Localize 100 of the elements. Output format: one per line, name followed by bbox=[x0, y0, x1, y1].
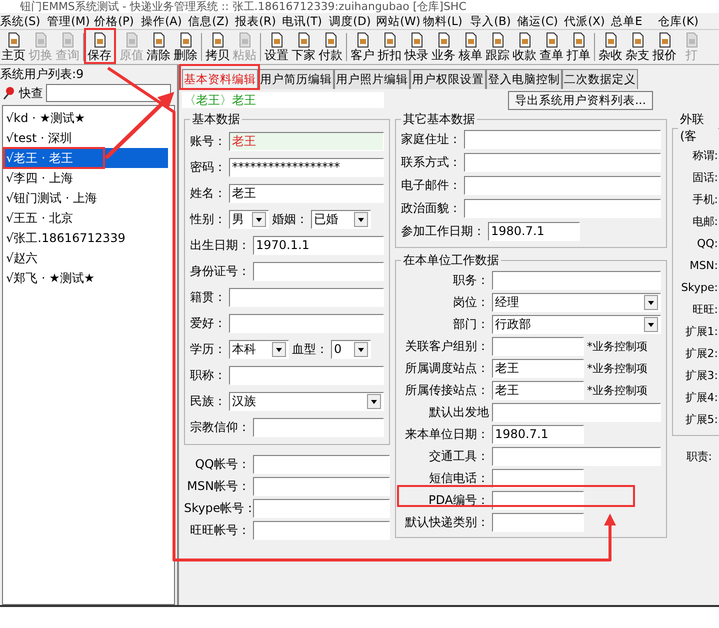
menu-item[interactable]: 价格(P) bbox=[94, 13, 141, 29]
user-list-item[interactable]: √钮门测试 · 上海 bbox=[3, 188, 168, 208]
text-field[interactable] bbox=[464, 199, 661, 218]
menu-item[interactable]: 报表(R) bbox=[235, 13, 282, 29]
toolbar-button[interactable]: 清除 bbox=[145, 30, 172, 64]
menu-item[interactable]: 物料(L) bbox=[423, 13, 470, 29]
text-field[interactable] bbox=[253, 262, 384, 280]
toolbar-button[interactable]: 跟踪 bbox=[484, 30, 511, 64]
user-list-item[interactable]: √kd · ★测试★ bbox=[3, 108, 168, 128]
window-title: 钮门EMMS系统测试 - 快递业务管理系统 :: 张工.18616712339:zuihangubao [仓库]SHC bbox=[19, 0, 468, 13]
toolbar-button[interactable]: 设置 bbox=[263, 30, 290, 64]
field-label: 默认快递类别： bbox=[404, 514, 489, 530]
text-field[interactable] bbox=[229, 288, 384, 306]
user-list-item[interactable]: √郑飞 · ★测试★ bbox=[3, 268, 168, 288]
field-label: 扩展4: bbox=[684, 390, 718, 406]
text-field[interactable]: ****************** bbox=[229, 158, 384, 176]
tab[interactable]: 用户简历编辑 bbox=[258, 69, 334, 89]
text-field[interactable] bbox=[492, 446, 661, 466]
text-field[interactable] bbox=[492, 512, 584, 532]
user-list-item[interactable]: √test · 深圳 bbox=[3, 128, 168, 148]
menu-item[interactable]: 信息(Z) bbox=[188, 13, 235, 29]
menu-item[interactable]: 系统(S) bbox=[0, 13, 47, 29]
toolbar-button[interactable]: 主页 bbox=[0, 30, 27, 64]
toolbar-button[interactable]: 打单 bbox=[565, 30, 592, 64]
toolbar-button[interactable]: 删除 bbox=[172, 30, 199, 64]
toolbar-button[interactable]: 拷贝 bbox=[204, 30, 231, 64]
document-icon bbox=[684, 32, 700, 48]
export-button[interactable]: 导出系统用户资料列表... bbox=[508, 90, 653, 110]
document-icon bbox=[354, 32, 370, 48]
text-field[interactable]: 老王 bbox=[229, 132, 384, 150]
text-field[interactable] bbox=[492, 402, 661, 422]
toolbar-button[interactable]: 核单 bbox=[457, 30, 484, 64]
text-field[interactable]: 1980.7.1 bbox=[488, 222, 580, 241]
toolbar-button[interactable]: 下家 bbox=[290, 30, 317, 64]
user-list-item[interactable]: √张工.18616712339 bbox=[3, 228, 168, 248]
user-list-item[interactable]: √李四 · 上海 bbox=[3, 168, 168, 188]
text-field[interactable] bbox=[464, 176, 661, 195]
menu-item[interactable]: 网站(W) bbox=[376, 13, 423, 29]
dropdown-field[interactable]: 行政部 bbox=[492, 314, 661, 334]
toolbar-button[interactable]: 查单 bbox=[538, 30, 565, 64]
dropdown-field[interactable]: 经理 bbox=[492, 292, 661, 312]
toolbar-button[interactable]: 保存 bbox=[86, 30, 113, 64]
text-field[interactable] bbox=[229, 366, 384, 384]
menu-item[interactable]: 仓库(K) bbox=[658, 13, 705, 29]
text-field[interactable] bbox=[492, 270, 661, 290]
dropdown-field[interactable]: 已婚 bbox=[311, 210, 371, 228]
field-label: 密码： bbox=[190, 158, 226, 176]
toolbar-button[interactable]: 杂收 bbox=[597, 30, 624, 64]
document-icon bbox=[236, 32, 252, 48]
toolbar-button[interactable]: 快录 bbox=[403, 30, 430, 64]
tab[interactable]: 二次数据定义 bbox=[562, 69, 638, 89]
toolbar-button[interactable]: 报价 bbox=[651, 30, 678, 64]
menu-item[interactable]: 导入(B) bbox=[470, 13, 517, 29]
text-field[interactable]: 老王 bbox=[492, 380, 584, 400]
tab[interactable]: 用户权限设置 bbox=[410, 69, 486, 89]
text-field[interactable]: 1970.1.1 bbox=[253, 236, 384, 254]
text-field[interactable]: 1980.7.1 bbox=[492, 424, 584, 444]
toolbar-button[interactable]: 折扣 bbox=[376, 30, 403, 64]
toolbar-button[interactable]: 杂支 bbox=[624, 30, 651, 64]
text-field[interactable] bbox=[253, 498, 390, 518]
menu-item[interactable]: 总单E bbox=[611, 13, 658, 29]
text-field[interactable] bbox=[229, 314, 384, 332]
menu-item[interactable]: 电讯(T) bbox=[282, 13, 329, 29]
dropdown-field[interactable]: 0 bbox=[331, 340, 371, 358]
caret-icon bbox=[252, 212, 266, 226]
menu-item[interactable]: 管理(M) bbox=[47, 13, 94, 29]
text-field[interactable] bbox=[492, 336, 584, 356]
menu-item[interactable]: 代派(X) bbox=[564, 13, 611, 29]
dropdown-field[interactable]: 男 bbox=[229, 210, 269, 228]
user-list-item[interactable]: √赵六 bbox=[3, 248, 168, 268]
toolbar-button[interactable]: 付款 bbox=[317, 30, 344, 64]
group-title: 在本单位工作数据 bbox=[402, 252, 500, 269]
text-field[interactable] bbox=[253, 454, 390, 474]
tab[interactable]: 登入电脑控制 bbox=[486, 69, 562, 89]
field-label: 电邮: bbox=[691, 214, 718, 230]
search-field[interactable] bbox=[46, 84, 171, 102]
field-label: 所属传接站点： bbox=[404, 382, 489, 398]
tab[interactable]: 用户照片编辑 bbox=[334, 69, 410, 89]
field-label: MSN帐号： bbox=[186, 478, 250, 494]
text-field[interactable] bbox=[464, 153, 661, 172]
tab[interactable]: 基本资料编辑 bbox=[182, 69, 258, 89]
field-label: 旺旺帐号： bbox=[189, 522, 250, 538]
menu-item[interactable]: 操作(A) bbox=[141, 13, 188, 29]
menu-item[interactable]: 调度(D) bbox=[329, 13, 376, 29]
text-field[interactable] bbox=[464, 130, 661, 149]
menu-item[interactable]: 储运(C) bbox=[517, 13, 564, 29]
toolbar-button[interactable]: 业务 bbox=[430, 30, 457, 64]
user-list-item[interactable]: √王五 · 北京 bbox=[3, 208, 168, 228]
toolbar-button[interactable]: 客户 bbox=[349, 30, 376, 64]
user-list-item[interactable]: √老王 · 老王 bbox=[3, 148, 168, 168]
text-field[interactable] bbox=[253, 476, 390, 496]
dropdown-field[interactable]: 本科 bbox=[229, 340, 289, 358]
text-field[interactable] bbox=[253, 418, 384, 436]
text-field[interactable]: 老王 bbox=[492, 358, 584, 378]
text-field[interactable]: 老王 bbox=[229, 184, 384, 202]
dropdown-field[interactable]: 汉族 bbox=[229, 392, 384, 410]
field-label: QQ: bbox=[696, 236, 718, 252]
text-field[interactable] bbox=[253, 520, 390, 540]
toolbar-button[interactable]: 收款 bbox=[511, 30, 538, 64]
field-note: *业务控制项 bbox=[587, 360, 648, 376]
